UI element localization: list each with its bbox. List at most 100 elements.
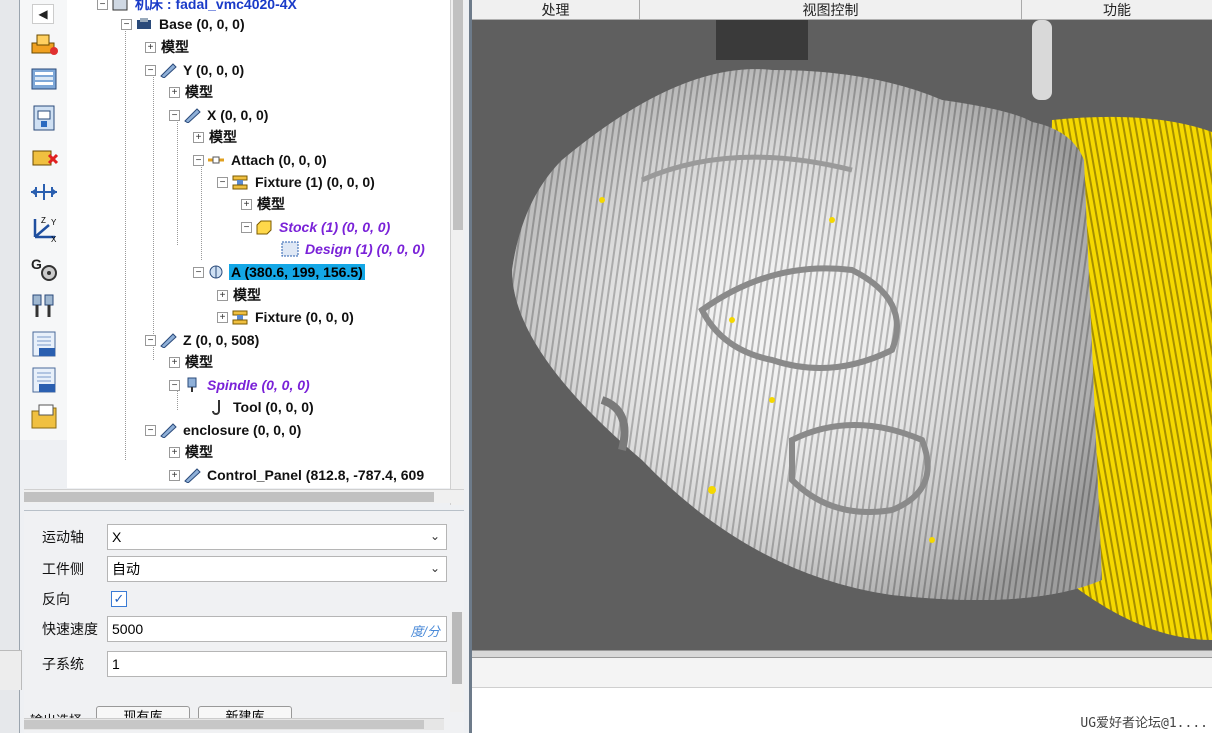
- properties-horizontal-scrollbar[interactable]: [24, 718, 444, 730]
- expand-toggle[interactable]: +: [169, 356, 180, 368]
- reverse-checkbox[interactable]: ✓: [111, 591, 127, 607]
- save-layout-icon[interactable]: [28, 102, 60, 134]
- scrollbar-thumb[interactable]: [452, 612, 462, 684]
- tree-node[interactable]: − Fixture (1) (0, 0, 0): [217, 172, 377, 192]
- stock-icon: [255, 219, 273, 235]
- tree-node[interactable]: − Stock (1) (0, 0, 0): [241, 217, 392, 237]
- collapse-toggle[interactable]: −: [145, 64, 156, 76]
- tree-node[interactable]: − Z (0, 0, 508): [145, 330, 261, 350]
- motion-axis-value: X: [112, 529, 122, 545]
- tree-node[interactable]: Design (1) (0, 0, 0): [281, 239, 427, 259]
- work-side-label: 工件侧: [42, 561, 84, 577]
- tree-node[interactable]: + 模型: [217, 285, 263, 305]
- tab-process[interactable]: 处理: [472, 0, 640, 20]
- tree-node[interactable]: − Attach (0, 0, 0): [193, 150, 329, 170]
- machine-tree: − 机床 : fadal_vmc4020-4X − Base (0, 0, 0)…: [67, 0, 450, 488]
- tree-node[interactable]: − Y (0, 0, 0): [145, 60, 246, 80]
- tree-node-label: Spindle (0, 0, 0): [207, 377, 310, 393]
- subsystem-label: 子系统: [42, 656, 84, 672]
- tree-node-label: 模型: [185, 444, 213, 460]
- delete-component-icon[interactable]: [28, 140, 60, 172]
- motion-axis-select[interactable]: X ⌄: [107, 524, 447, 550]
- tree-node-label: Attach (0, 0, 0): [231, 152, 327, 168]
- tree-node[interactable]: + 模型: [145, 37, 191, 57]
- expand-toggle[interactable]: +: [169, 446, 180, 458]
- tree-node[interactable]: − Spindle (0, 0, 0): [169, 375, 312, 395]
- tree-node[interactable]: − X (0, 0, 0): [169, 105, 270, 125]
- tree-node[interactable]: + 模型: [169, 442, 215, 462]
- scrollbar-thumb[interactable]: [24, 492, 434, 502]
- properties-vertical-scrollbar[interactable]: [450, 612, 464, 712]
- linear-axis-icon: [159, 332, 177, 348]
- tree-node[interactable]: + Control_Panel (812.8, -787.4, 609: [169, 465, 426, 485]
- coordinate-system-icon[interactable]: ZYX: [28, 212, 60, 244]
- machine-kit-icon[interactable]: [28, 28, 60, 60]
- inc-file-icon[interactable]: [28, 328, 60, 360]
- rapid-speed-input[interactable]: 5000 度/分: [107, 616, 447, 642]
- collapse-toggle[interactable]: −: [169, 379, 180, 391]
- tree-node[interactable]: − 机床 : fadal_vmc4020-4X: [97, 0, 299, 14]
- tree-node[interactable]: + 模型: [169, 352, 215, 372]
- axis-move-icon[interactable]: [28, 176, 60, 208]
- tree-node-label: Z (0, 0, 508): [183, 332, 260, 348]
- attach-icon: [207, 152, 225, 168]
- collapse-toggle[interactable]: −: [241, 221, 252, 233]
- collapse-toggle[interactable]: −: [121, 18, 132, 30]
- tree-node-label: 模型: [185, 354, 213, 370]
- tree-node-label: Fixture (1) (0, 0, 0): [255, 174, 375, 190]
- tree-node[interactable]: + Fixture (0, 0, 0): [217, 307, 356, 327]
- collapse-toggle[interactable]: −: [193, 266, 204, 278]
- tree-node[interactable]: + 模型: [193, 127, 239, 147]
- design-icon: [281, 241, 299, 257]
- ip-folder-icon[interactable]: [28, 400, 60, 432]
- expand-toggle[interactable]: +: [169, 469, 180, 481]
- expand-toggle[interactable]: +: [217, 311, 228, 323]
- output-toolbar-strip: [472, 658, 1212, 688]
- collapse-toggle[interactable]: −: [97, 0, 108, 10]
- viewport-splitter[interactable]: [472, 650, 1212, 658]
- rapid-speed-label: 快速速度: [42, 621, 98, 637]
- tree-horizontal-scrollbar[interactable]: [24, 489, 464, 503]
- expand-toggle[interactable]: +: [145, 41, 156, 53]
- svg-text:X: X: [51, 235, 57, 243]
- tree-node[interactable]: − Base (0, 0, 0): [121, 14, 247, 34]
- tree-node[interactable]: + 模型: [241, 194, 287, 214]
- tree-node-label: Control_Panel (812.8, -787.4, 609: [207, 467, 425, 483]
- chevron-down-icon: ⌄: [429, 529, 440, 543]
- expand-toggle[interactable]: +: [241, 198, 252, 210]
- dock-edge-handle[interactable]: [0, 650, 22, 690]
- expand-toggle[interactable]: +: [217, 289, 228, 301]
- tree-node-selected[interactable]: − A (380.6, 199, 156.5): [193, 262, 365, 282]
- reverse-label: 反向: [42, 591, 70, 607]
- chevron-down-icon: ⌄: [429, 561, 440, 575]
- expand-toggle[interactable]: +: [193, 131, 204, 143]
- gear-settings-icon[interactable]: G: [28, 252, 60, 284]
- collapse-toggle[interactable]: −: [217, 176, 228, 188]
- tree-node[interactable]: + 模型: [169, 82, 215, 102]
- scrollbar-thumb[interactable]: [453, 0, 463, 230]
- collapse-toolbar-button[interactable]: ◀: [32, 4, 54, 24]
- expand-toggle[interactable]: +: [169, 86, 180, 98]
- scrollbar-thumb[interactable]: [24, 720, 424, 729]
- tree-vertical-scrollbar[interactable]: [450, 0, 464, 505]
- collapse-toggle[interactable]: −: [193, 154, 204, 166]
- tab-functions[interactable]: 功能: [1022, 0, 1212, 20]
- work-side-select[interactable]: 自动 ⌄: [107, 556, 447, 582]
- tree-node-label: 模型: [161, 39, 189, 55]
- linear-axis-icon: [159, 62, 177, 78]
- simulation-viewport[interactable]: [472, 20, 1212, 650]
- collapse-toggle[interactable]: −: [145, 424, 156, 436]
- app-root: ◀ ZYX G − 机床: fadal_vmc4020-4X − Base (…: [0, 0, 1212, 733]
- display-icon[interactable]: [28, 64, 60, 96]
- collapse-toggle[interactable]: −: [169, 109, 180, 121]
- fixture-icon: [231, 174, 249, 190]
- tree-node[interactable]: − enclosure (0, 0, 0): [145, 420, 303, 440]
- tool-holder-icon[interactable]: [28, 290, 60, 322]
- subsystem-input[interactable]: 1: [107, 651, 447, 677]
- tree-node[interactable]: Tool (0, 0, 0): [209, 397, 316, 417]
- tree-node-label: A (380.6, 199, 156.5): [229, 264, 365, 280]
- tab-view-control[interactable]: 视图控制: [640, 0, 1022, 20]
- collapse-toggle[interactable]: −: [145, 334, 156, 346]
- sub-file-icon[interactable]: [28, 364, 60, 396]
- machine-icon: [111, 0, 129, 12]
